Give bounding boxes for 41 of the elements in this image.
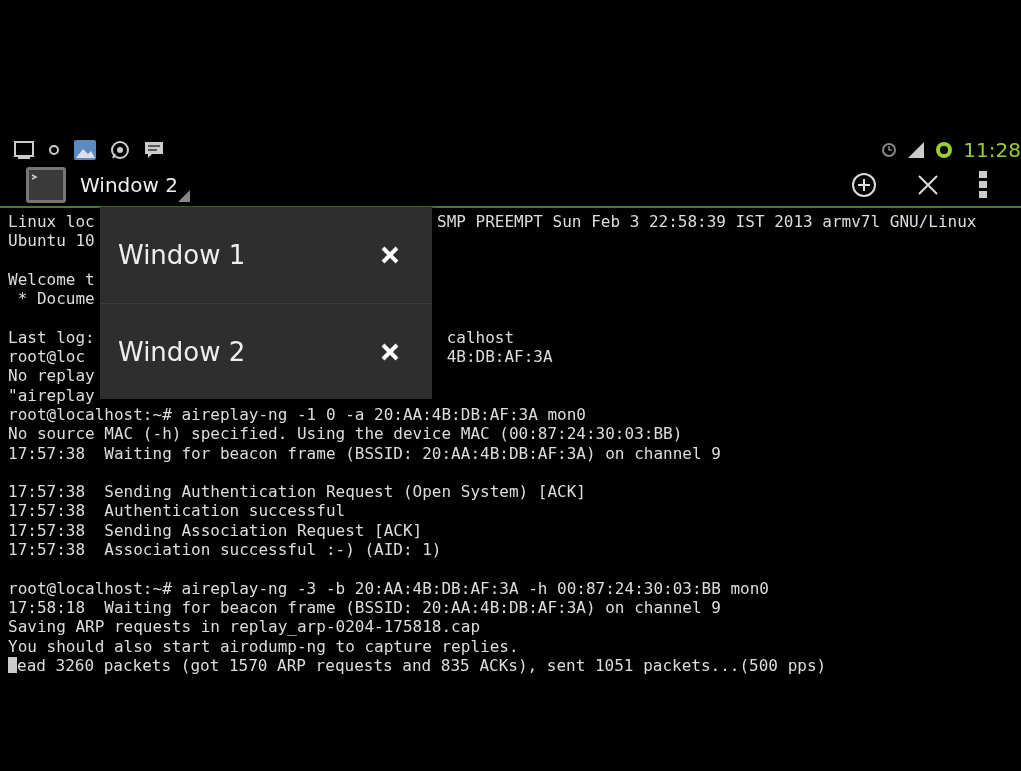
chat-bubble-icon <box>110 140 130 160</box>
screen-icon <box>14 141 34 159</box>
terminal-line: Welcome t <box>8 269 95 289</box>
window-menu-item[interactable]: Window 1 <box>100 207 432 303</box>
terminal-line: 17:58:18 Waiting for beacon frame (BSSID: 20:AA:4B:DB:AF:3A) on channel 9 <box>8 597 721 618</box>
circle-icon <box>48 144 60 156</box>
terminal-line: ead 3260 packets (got 1570 ARP requests and 835 ACKs), sent 1051 packets...(500 pps) <box>17 655 827 676</box>
terminal-line: root@loc <box>8 347 86 367</box>
window-menu-item[interactable]: Window 2 <box>100 303 432 399</box>
terminal-line: Saving ARP requests in replay_arp-0204-175818.cap <box>8 617 480 637</box>
terminal-line: 4B:DB:AF:3A <box>445 347 553 367</box>
terminal-line: Ubuntu 10 <box>8 231 95 251</box>
alarm-icon <box>881 142 898 158</box>
dropdown-triangle-icon[interactable] <box>177 190 190 202</box>
add-icon[interactable] <box>851 172 877 198</box>
terminal-line: "aireplay <box>8 385 95 405</box>
terminal-line: You should also start airodump-ng to capture replies. <box>8 636 519 656</box>
terminal-line: No source MAC (-h) specified. Using the device MAC (00:87:24:30:03:BB) <box>8 424 683 444</box>
text-cursor <box>8 657 17 674</box>
terminal-line: 17:57:38 Sending Authentication Request (Open System) [ACK] <box>8 482 586 502</box>
terminal-line: Last log: <box>8 327 95 347</box>
overflow-menu-icon[interactable] <box>979 171 987 199</box>
terminal-line: 17:57:38 Association successful :-) (AID: 1) <box>8 540 442 560</box>
image-icon <box>74 140 96 160</box>
terminal-line: * Docume <box>16 289 95 309</box>
window-selector[interactable]: Window 2 <box>66 166 204 204</box>
terminal-line: 17:57:38 Waiting for beacon frame (BSSID: 20:AA:4B:DB:AF:3A) on channel 9 <box>8 443 721 463</box>
terminal-line: 17:57:38 Sending Association Request [ACK] <box>8 520 423 541</box>
terminal-app-icon <box>26 167 66 203</box>
terminal-line: Linux loc <box>8 212 95 231</box>
terminal-line: root@localhost:~# aireplay-ng -3 -b 20:AA:4B:DB:AF:3A -h 00:87:24:30:03:BB mon0 <box>8 578 769 598</box>
close-icon[interactable] <box>917 174 939 196</box>
terminal-line: root@localhost:~# aireplay-ng -1 0 -a 20:AA:4B:DB:AF:3A mon0 <box>8 404 586 425</box>
battery-icon <box>935 141 954 159</box>
message-icon <box>144 141 164 159</box>
terminal-line: 17:57:38 Authentication successful <box>8 501 346 521</box>
clock-time: 11:28 <box>963 138 1021 162</box>
signal-icon <box>907 141 926 159</box>
terminal-line: SMP PREEMPT Sun Feb 3 22:58:39 IST 2013 armv7l GNU/Linux <box>437 212 977 232</box>
terminal-line: calhost <box>445 327 515 348</box>
terminal-line: No replay <box>8 366 95 386</box>
